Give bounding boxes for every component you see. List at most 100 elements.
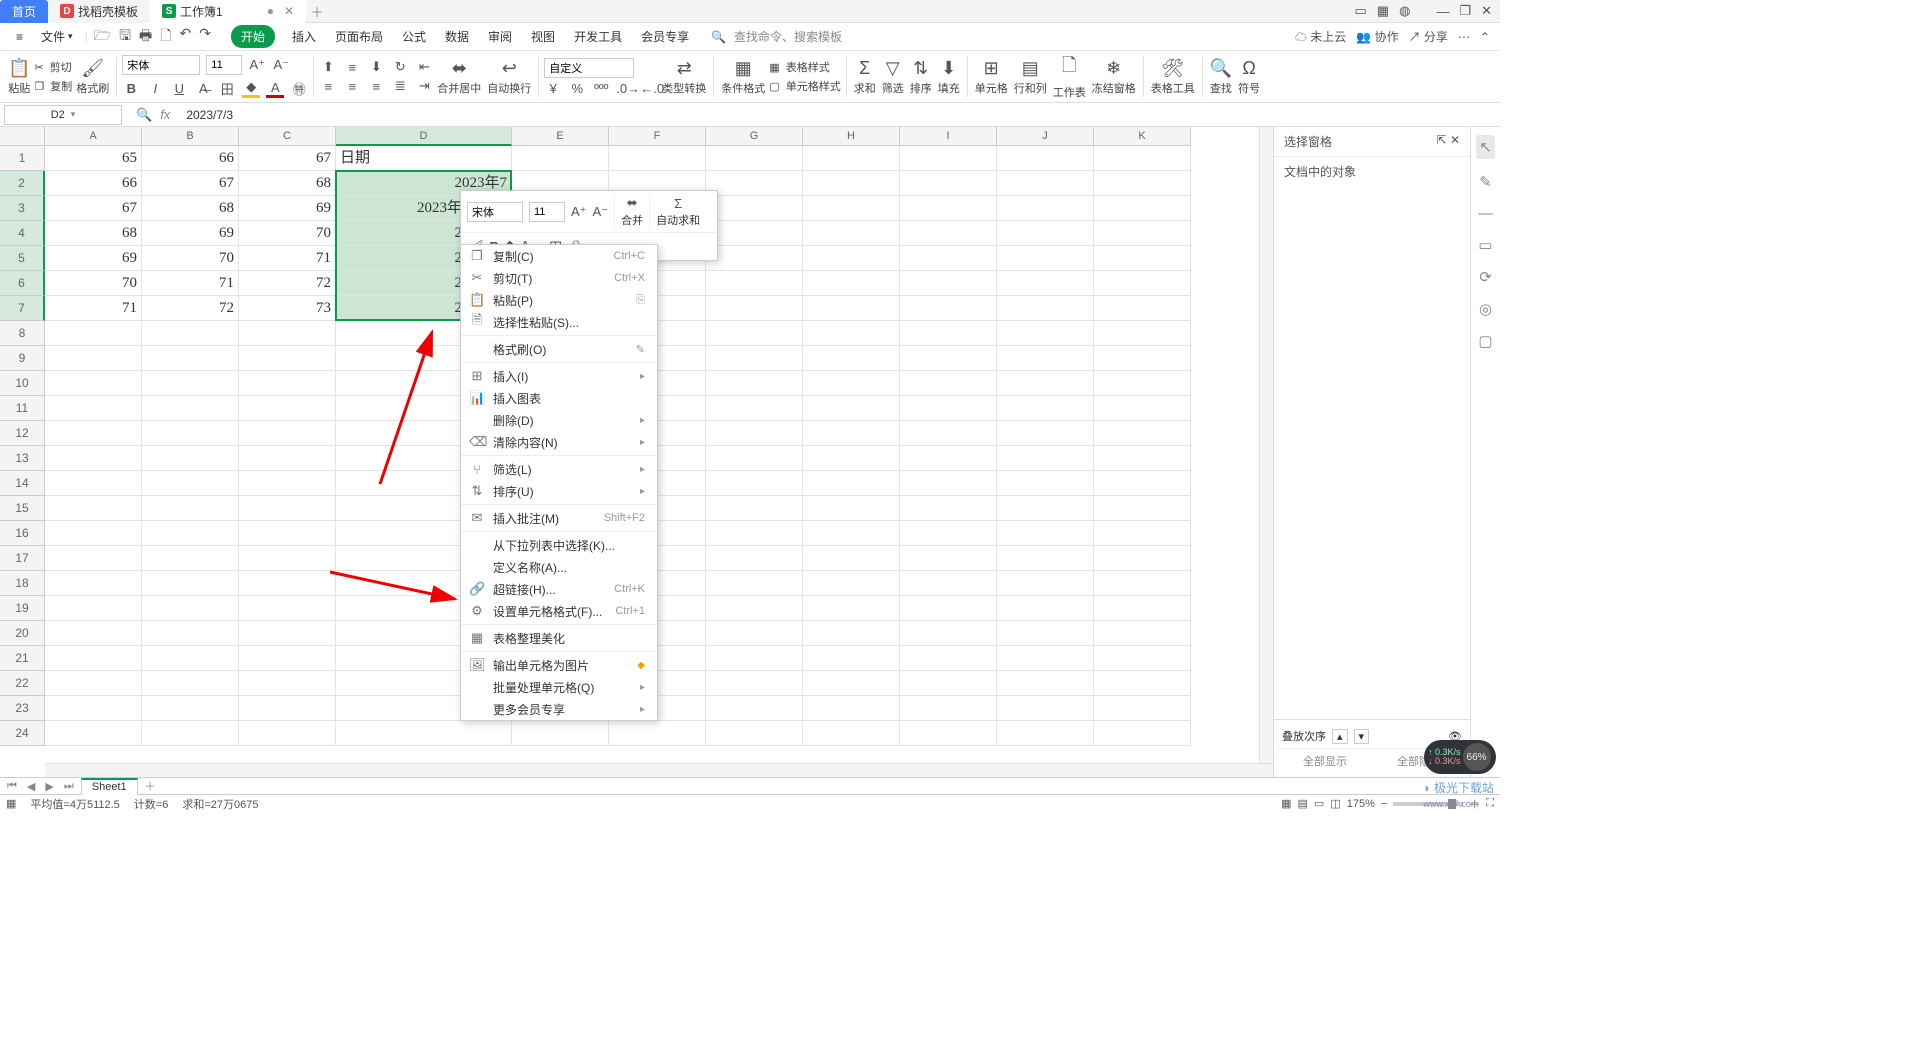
cell-K17[interactable] (1094, 546, 1191, 571)
cell-I23[interactable] (900, 696, 997, 721)
col-header-K[interactable]: K (1094, 127, 1191, 146)
mini-merge-icon[interactable]: ⬌ (627, 195, 638, 211)
print-preview-icon[interactable]: 🗋 (160, 25, 171, 49)
menu-insert[interactable]: 插入 (290, 24, 318, 49)
cell-H24[interactable] (803, 721, 900, 746)
cell-C5[interactable]: 71 (239, 246, 336, 271)
cell-H10[interactable] (803, 371, 900, 396)
cell-C19[interactable] (239, 596, 336, 621)
cell-A9[interactable] (45, 346, 142, 371)
cell-E1[interactable] (512, 146, 609, 171)
cell-B17[interactable] (142, 546, 239, 571)
cell-H22[interactable] (803, 671, 900, 696)
cell-I14[interactable] (900, 471, 997, 496)
cell-G23[interactable] (706, 696, 803, 721)
row-headers[interactable]: 123456789101112131415161718192021222324 (0, 146, 45, 746)
cell-K22[interactable] (1094, 671, 1191, 696)
cell-K20[interactable] (1094, 621, 1191, 646)
cell-C15[interactable] (239, 496, 336, 521)
orientation-icon[interactable]: ↻ (391, 59, 409, 75)
border-icon[interactable]: 田 (218, 79, 236, 98)
cell-A21[interactable] (45, 646, 142, 671)
cell-button[interactable]: ⊞单元格 (973, 58, 1010, 96)
cell-A6[interactable]: 70 (45, 271, 142, 296)
row-header-17[interactable]: 17 (0, 546, 45, 571)
ctx-cell-to-image[interactable]: 🖼输出单元格为图片◆ (461, 654, 657, 676)
network-speed-widget[interactable]: ↑ 0.3K/s ↓ 0.3K/s 66% (1424, 740, 1496, 774)
cell-G11[interactable] (706, 396, 803, 421)
sheet-add-icon[interactable]: ＋ (142, 778, 159, 794)
row-header-4[interactable]: 4 (0, 221, 45, 246)
cell-K12[interactable] (1094, 421, 1191, 446)
ctx-filter[interactable]: ⑂筛选(L)▸ (461, 458, 657, 480)
sb-help-icon[interactable]: ▢ (1478, 332, 1492, 350)
cell-B11[interactable] (142, 396, 239, 421)
cell-G2[interactable] (706, 171, 803, 196)
cell-J5[interactable] (997, 246, 1094, 271)
row-header-11[interactable]: 11 (0, 396, 45, 421)
row-header-9[interactable]: 9 (0, 346, 45, 371)
cell-K15[interactable] (1094, 496, 1191, 521)
cell-B5[interactable]: 70 (142, 246, 239, 271)
align-top-icon[interactable]: ⬆ (319, 59, 337, 75)
cell-E24[interactable] (512, 721, 609, 746)
zoom-value[interactable]: 175% (1347, 798, 1375, 810)
cell-B4[interactable]: 69 (142, 221, 239, 246)
tab-templates[interactable]: D 找稻壳模板 (48, 0, 150, 23)
cell-H17[interactable] (803, 546, 900, 571)
collab-button[interactable]: 👥 协作 (1356, 28, 1398, 45)
row-header-2[interactable]: 2 (0, 171, 45, 196)
formula-input[interactable]: 2023/7/3 (180, 108, 1500, 122)
symbol-button[interactable]: Ω符号 (1236, 58, 1262, 96)
collapse-ribbon-icon[interactable]: ⌃ (1480, 30, 1490, 44)
cell-A2[interactable]: 66 (45, 171, 142, 196)
ctx-comment[interactable]: ✉插入批注(M)Shift+F2 (461, 507, 657, 529)
cell-C9[interactable] (239, 346, 336, 371)
cell-B1[interactable]: 66 (142, 146, 239, 171)
cell-I13[interactable] (900, 446, 997, 471)
cell-J11[interactable] (997, 396, 1094, 421)
name-box[interactable]: D2▾ (4, 105, 122, 125)
mini-size-combo[interactable] (529, 202, 565, 222)
cell-B19[interactable] (142, 596, 239, 621)
ctx-dropdown[interactable]: 从下拉列表中选择(K)... (461, 534, 657, 556)
ctx-table-beautify[interactable]: ▦表格整理美化 (461, 627, 657, 649)
cell-K14[interactable] (1094, 471, 1191, 496)
cell-H23[interactable] (803, 696, 900, 721)
cell-J1[interactable] (997, 146, 1094, 171)
cell-A19[interactable] (45, 596, 142, 621)
row-header-22[interactable]: 22 (0, 671, 45, 696)
row-header-20[interactable]: 20 (0, 621, 45, 646)
cell-J13[interactable] (997, 446, 1094, 471)
ctx-paste[interactable]: 📋粘贴(P)⎘ (461, 289, 657, 311)
italic-icon[interactable]: I (146, 81, 164, 96)
cell-A24[interactable] (45, 721, 142, 746)
cell-C3[interactable]: 69 (239, 196, 336, 221)
cell-C6[interactable]: 72 (239, 271, 336, 296)
cell-J14[interactable] (997, 471, 1094, 496)
fill-color-icon[interactable]: ◆ (242, 79, 260, 98)
layer-down-icon[interactable]: ▾ (1354, 729, 1370, 744)
cell-I2[interactable] (900, 171, 997, 196)
cell-H14[interactable] (803, 471, 900, 496)
rowcol-button[interactable]: ▤行和列 (1012, 58, 1049, 96)
cell-J2[interactable] (997, 171, 1094, 196)
col-header-C[interactable]: C (239, 127, 336, 146)
cell-K5[interactable] (1094, 246, 1191, 271)
phonetic-icon[interactable]: ㊕ (290, 79, 308, 98)
fill-button[interactable]: ⬇填充 (936, 58, 962, 96)
cell-C21[interactable] (239, 646, 336, 671)
cell-K21[interactable] (1094, 646, 1191, 671)
sb-backup-icon[interactable]: ⟳ (1479, 268, 1492, 286)
cell-G24[interactable] (706, 721, 803, 746)
sheet-prev-icon[interactable]: ◀ (24, 780, 38, 793)
cell-G1[interactable] (706, 146, 803, 171)
cell-J16[interactable] (997, 521, 1094, 546)
cell-A20[interactable] (45, 621, 142, 646)
justify-icon[interactable]: ≣ (391, 78, 409, 94)
align-middle-icon[interactable]: ≡ (343, 60, 361, 75)
cell-A8[interactable] (45, 321, 142, 346)
cell-B22[interactable] (142, 671, 239, 696)
share-button[interactable]: ↗ 分享 (1409, 28, 1448, 45)
cell-J10[interactable] (997, 371, 1094, 396)
